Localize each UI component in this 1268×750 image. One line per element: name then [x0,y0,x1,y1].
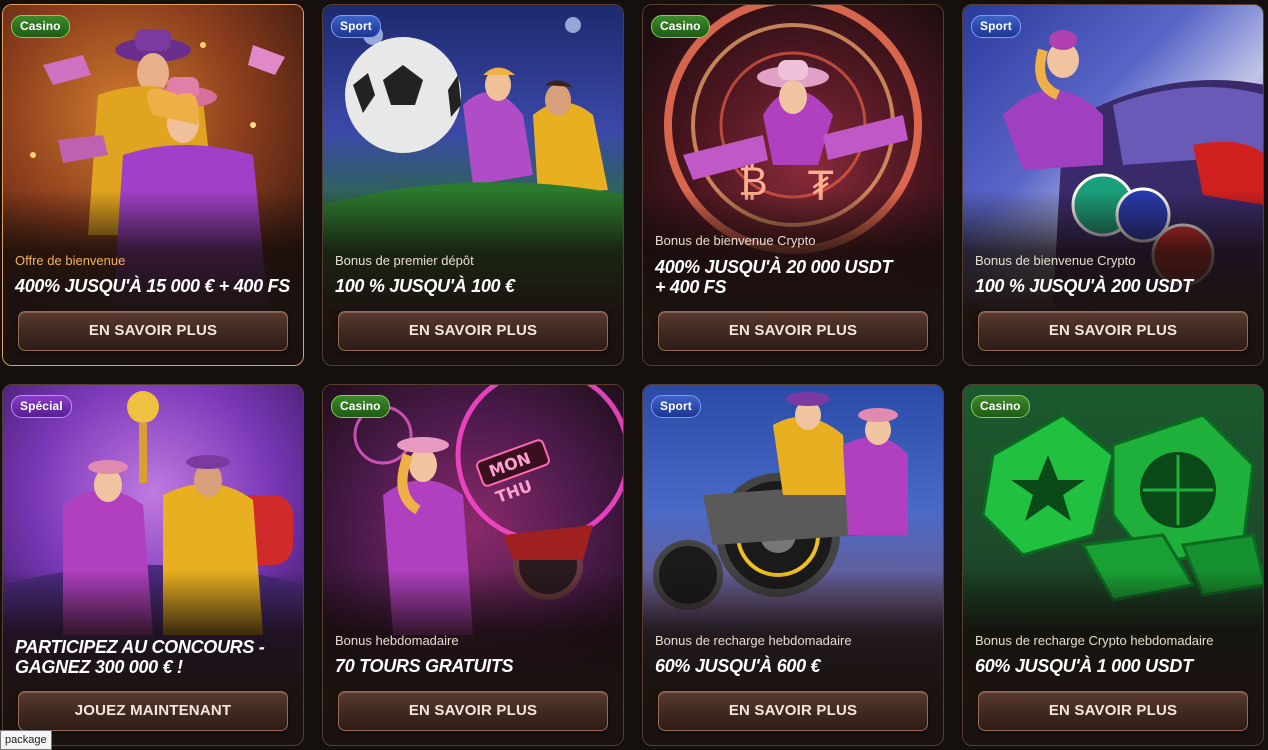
promo-card-first-deposit-sport[interactable]: Sport Bonus de premier dépôt 100 % JUSQU… [322,4,624,366]
promo-title: 60% JUSQU'À 600 € [655,656,821,676]
promo-title: 100 % JUSQU'À 100 € [335,276,515,296]
promo-card-crypto-welcome-sport[interactable]: Sport Bonus de bienvenue Crypto 100 % JU… [962,4,1264,366]
learn-more-button[interactable]: EN SAVOIR PLUS [978,311,1248,351]
promo-subtitle: Bonus de premier dépôt [335,253,474,268]
promo-title: 70 TOURS GRATUITS [335,656,514,676]
promo-subtitle: Offre de bienvenue [15,253,126,268]
category-badge: Sport [971,15,1021,38]
promo-title: PARTICIPEZ AU CONCOURS - GAGNEZ 300 000 … [15,637,265,677]
promo-subtitle: Bonus de recharge Crypto hebdomadaire [975,633,1214,648]
promo-title: 400% JUSQU'À 15 000 € + 400 FS [15,276,290,296]
category-badge: Casino [11,15,70,38]
promo-card-welcome-casino[interactable]: Casino Offre de bienvenue 400% JUSQU'À 1… [2,4,304,366]
category-badge: Casino [331,395,390,418]
promo-card-weekly-casino[interactable]: MON THU Casino Bonus hebdomadaire 70 TOU… [322,384,624,746]
learn-more-button[interactable]: EN SAVOIR PLUS [978,691,1248,731]
category-badge: Spécial [11,395,72,418]
promo-card-weekly-reload-sport[interactable]: Sport Bonus de recharge hebdomadaire 60%… [642,384,944,746]
promo-card-crypto-welcome-casino[interactable]: ₿ ₮ Casino Bonus de bienvenue Crypto 400… [642,4,944,366]
learn-more-button[interactable]: EN SAVOIR PLUS [338,691,608,731]
promo-card-crypto-weekly-reload-casino[interactable]: Casino Bonus de recharge Crypto hebdomad… [962,384,1264,746]
learn-more-button[interactable]: EN SAVOIR PLUS [338,311,608,351]
play-now-button[interactable]: JOUEZ MAINTENANT [18,691,288,731]
promo-subtitle: Bonus de bienvenue Crypto [655,233,816,248]
promo-title: 100 % JUSQU'À 200 USDT [975,276,1193,296]
promotions-grid: Casino Offre de bienvenue 400% JUSQU'À 1… [0,0,1268,750]
category-badge: Casino [971,395,1030,418]
promo-card-contest-special[interactable]: Spécial PARTICIPEZ AU CONCOURS - GAGNEZ … [2,384,304,746]
promo-subtitle: Bonus de bienvenue Crypto [975,253,1136,268]
learn-more-button[interactable]: EN SAVOIR PLUS [18,311,288,351]
category-badge: Sport [651,395,701,418]
promo-title: 400% JUSQU'À 20 000 USDT + 400 FS [655,257,893,297]
promo-subtitle: Bonus de recharge hebdomadaire [655,633,852,648]
category-badge: Casino [651,15,710,38]
learn-more-button[interactable]: EN SAVOIR PLUS [658,691,928,731]
learn-more-button[interactable]: EN SAVOIR PLUS [658,311,928,351]
category-badge: Sport [331,15,381,38]
promo-subtitle: Bonus hebdomadaire [335,633,459,648]
browser-tooltip: package [0,730,52,750]
promo-title: 60% JUSQU'À 1 000 USDT [975,656,1193,676]
